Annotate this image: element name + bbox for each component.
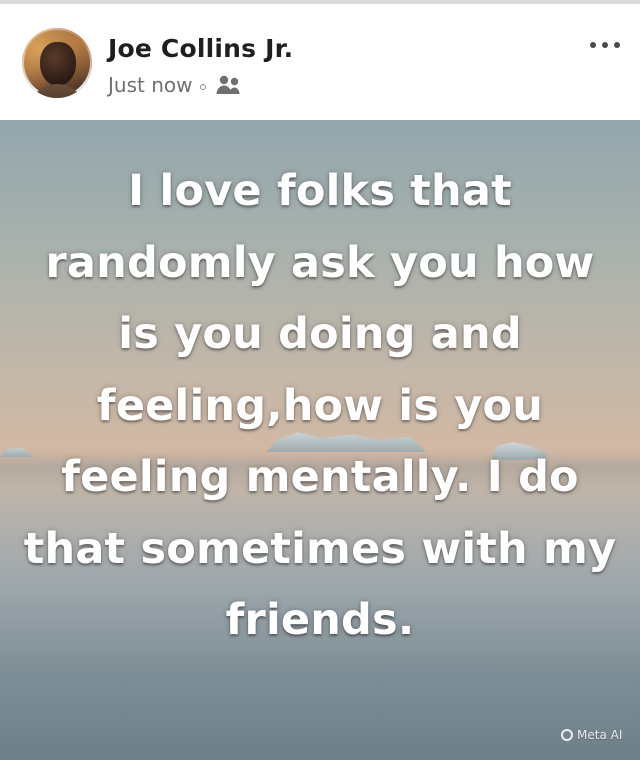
- more-options-button[interactable]: [584, 30, 626, 60]
- avatar-face: [40, 42, 76, 86]
- image-quote-text: I love folks that randomly ask you how i…: [23, 166, 617, 645]
- meta-ai-label: Meta AI: [577, 728, 623, 742]
- more-options-icon-dot-3: [614, 42, 620, 48]
- meta-separator-dot: [200, 83, 207, 90]
- more-options-icon-dot-1: [590, 42, 596, 48]
- friends-audience-icon[interactable]: [214, 74, 242, 96]
- meta-ai-badge: Meta AI: [561, 728, 622, 742]
- meta-ai-icon: [561, 729, 573, 741]
- post-header: Joe Collins Jr. Just now: [0, 4, 640, 120]
- author-name[interactable]: Joe Collins Jr.: [108, 34, 293, 63]
- post-meta: Just now: [108, 73, 242, 97]
- more-options-icon-dot-2: [602, 42, 608, 48]
- author-avatar[interactable]: [22, 28, 92, 98]
- post-time[interactable]: Just now: [108, 73, 192, 97]
- post-image[interactable]: I love folks that randomly ask you how i…: [0, 120, 640, 760]
